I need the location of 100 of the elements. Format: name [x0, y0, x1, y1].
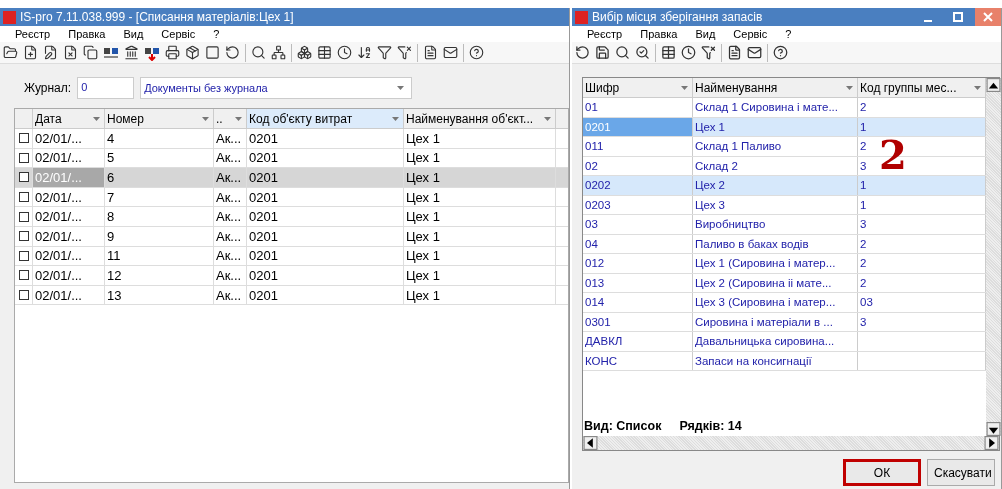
- file-plus-icon[interactable]: [23, 45, 38, 60]
- table-cell: Ак...: [214, 226, 247, 246]
- file-delete-icon[interactable]: [63, 45, 78, 60]
- menu-item[interactable]: Вид: [686, 28, 725, 40]
- document-icon[interactable]: [727, 45, 742, 60]
- table-row[interactable]: 02/01/... 7 Ак... 0201 Цех 1: [15, 187, 568, 208]
- journal-field[interactable]: 0: [77, 76, 135, 99]
- clock-icon[interactable]: [337, 45, 352, 60]
- document-icon[interactable]: [423, 45, 438, 60]
- mail-icon[interactable]: [747, 45, 762, 60]
- table-cell: Паливо в баках водів: [693, 234, 858, 253]
- scroll-right-icon[interactable]: [984, 436, 999, 450]
- checkbox[interactable]: [18, 152, 29, 163]
- menu-item[interactable]: ?: [776, 28, 801, 40]
- menu-item[interactable]: Правка: [631, 28, 687, 40]
- hierarchy-icon[interactable]: [271, 45, 286, 60]
- column-header[interactable]: Номер: [105, 109, 214, 128]
- menu-item[interactable]: Реєстр: [578, 28, 632, 40]
- copy-icon[interactable]: [83, 45, 98, 60]
- clock-icon[interactable]: [681, 45, 696, 60]
- table-row[interactable]: 02/01/... 6 Ак... 0201 Цех 1: [15, 168, 568, 188]
- refresh-icon[interactable]: [225, 45, 240, 60]
- folder-icon[interactable]: [3, 45, 18, 60]
- close-button[interactable]: [975, 8, 1001, 26]
- bank-icon[interactable]: [124, 45, 139, 60]
- search-icon[interactable]: [615, 45, 630, 60]
- table-row[interactable]: 014 Цех 3 (Сировина і матер... 03: [583, 293, 986, 313]
- table-row[interactable]: 0202 Цех 2 1: [583, 176, 986, 196]
- table-row[interactable]: 04 Паливо в баках водів 2: [583, 234, 986, 254]
- logo-icon: [3, 10, 16, 24]
- checkbox[interactable]: [18, 133, 29, 144]
- column-header[interactable]: Дата: [33, 109, 105, 128]
- table-row[interactable]: 03 Виробництво 3: [583, 215, 986, 235]
- column-header[interactable]: Найменування об'єкт...: [404, 109, 556, 128]
- clear-filter-icon[interactable]: [397, 45, 412, 60]
- table-row[interactable]: 02/01/... 4 Ак... 0201 Цех 1: [15, 129, 568, 149]
- square-icon[interactable]: [205, 45, 220, 60]
- table-row[interactable]: 02/01/... 9 Ак... 0201 Цех 1: [15, 226, 568, 247]
- clear-filter-icon[interactable]: [701, 45, 716, 60]
- table-cell: 9: [105, 226, 214, 246]
- filter-icon[interactable]: [377, 45, 392, 60]
- table-cell: Цех 1: [404, 266, 556, 285]
- help-icon[interactable]: [469, 45, 484, 60]
- ok-button[interactable]: ОК: [843, 459, 921, 486]
- table-row[interactable]: 0201 Цех 1 1: [583, 117, 986, 137]
- table-row[interactable]: 02/01/... 12 Ак... 0201 Цех 1: [15, 266, 568, 286]
- refresh-icon[interactable]: [575, 45, 590, 60]
- table-row[interactable]: 02/01/... 8 Ак... 0201 Цех 1: [15, 207, 568, 227]
- table-cell: 8: [105, 207, 214, 226]
- checkbox[interactable]: [18, 290, 29, 301]
- file-edit-icon[interactable]: [43, 45, 58, 60]
- table-row[interactable]: 0301 Сировина і матеріали в ... 3: [583, 312, 986, 332]
- boxes-icon[interactable]: [297, 45, 312, 60]
- table-cell: Ак...: [214, 129, 247, 148]
- checkbox[interactable]: [18, 231, 29, 242]
- table-cell: Цех 2 (Сировина іі мате...: [693, 273, 858, 292]
- table-cell: Склад 1 Сировина і мате...: [693, 98, 858, 117]
- scroll-down-icon[interactable]: [986, 422, 1001, 436]
- table-icon[interactable]: [661, 45, 676, 60]
- save-icon[interactable]: [595, 45, 610, 60]
- column-header[interactable]: Найменування: [693, 78, 858, 97]
- checkbox[interactable]: [18, 172, 29, 183]
- table-row[interactable]: 02/01/... 11 Ак... 0201 Цех 1: [15, 246, 568, 267]
- table-row[interactable]: 0203 Цех 3 1: [583, 195, 986, 215]
- help-icon[interactable]: [773, 45, 788, 60]
- checkbox[interactable]: [18, 211, 29, 222]
- menu-item[interactable]: Сервіс: [724, 28, 777, 40]
- menu-item[interactable]: ?: [204, 28, 229, 40]
- mail-icon[interactable]: [443, 45, 458, 60]
- table-row[interactable]: КОНС Запаси на консигнації: [583, 351, 986, 371]
- column-header[interactable]: Код об'єкту витрат: [247, 109, 404, 128]
- table-cell: Цех 1: [404, 148, 556, 168]
- table-icon[interactable]: [317, 45, 332, 60]
- search-icon[interactable]: [251, 45, 266, 60]
- checkbox[interactable]: [18, 270, 29, 281]
- menu-item[interactable]: Вид: [114, 28, 153, 40]
- menu-item[interactable]: Правка: [59, 28, 115, 40]
- menu-item[interactable]: Сервіс: [152, 28, 205, 40]
- scroll-left-icon[interactable]: [583, 436, 598, 450]
- table-row[interactable]: 012 Цех 1 (Сировина і матер... 2: [583, 254, 986, 274]
- table-cell: 02/01/...: [33, 148, 105, 168]
- menu-item[interactable]: Реєстр: [6, 28, 60, 40]
- checkbox[interactable]: [18, 192, 29, 203]
- cancel-button[interactable]: Скасувати: [927, 459, 995, 486]
- search-next-icon[interactable]: [635, 45, 650, 60]
- print-icon[interactable]: [165, 45, 180, 60]
- scroll-up-icon[interactable]: [986, 78, 1001, 92]
- table-row[interactable]: 01 Склад 1 Сировина і мате... 2: [583, 98, 986, 118]
- table-row[interactable]: ДАВКЛ Давальницька сировина...: [583, 332, 986, 352]
- column-header[interactable]: Шифр: [583, 78, 693, 97]
- table-cell: 02/01/...: [33, 266, 105, 285]
- journal-dropdown[interactable]: Документы без журнала: [140, 76, 413, 99]
- table-row[interactable]: 02/01/... 13 Ак... 0201 Цех 1: [15, 285, 568, 306]
- package-icon[interactable]: [185, 45, 200, 60]
- checkbox[interactable]: [18, 250, 29, 261]
- table-row[interactable]: 02/01/... 5 Ак... 0201 Цех 1: [15, 148, 568, 169]
- sort-icon[interactable]: [357, 45, 372, 60]
- dropdown-caret-icon: [93, 116, 100, 121]
- table-row[interactable]: 013 Цех 2 (Сировина іі мате... 2: [583, 273, 986, 293]
- window-title: Вибір місця зберігання запасів: [592, 10, 764, 24]
